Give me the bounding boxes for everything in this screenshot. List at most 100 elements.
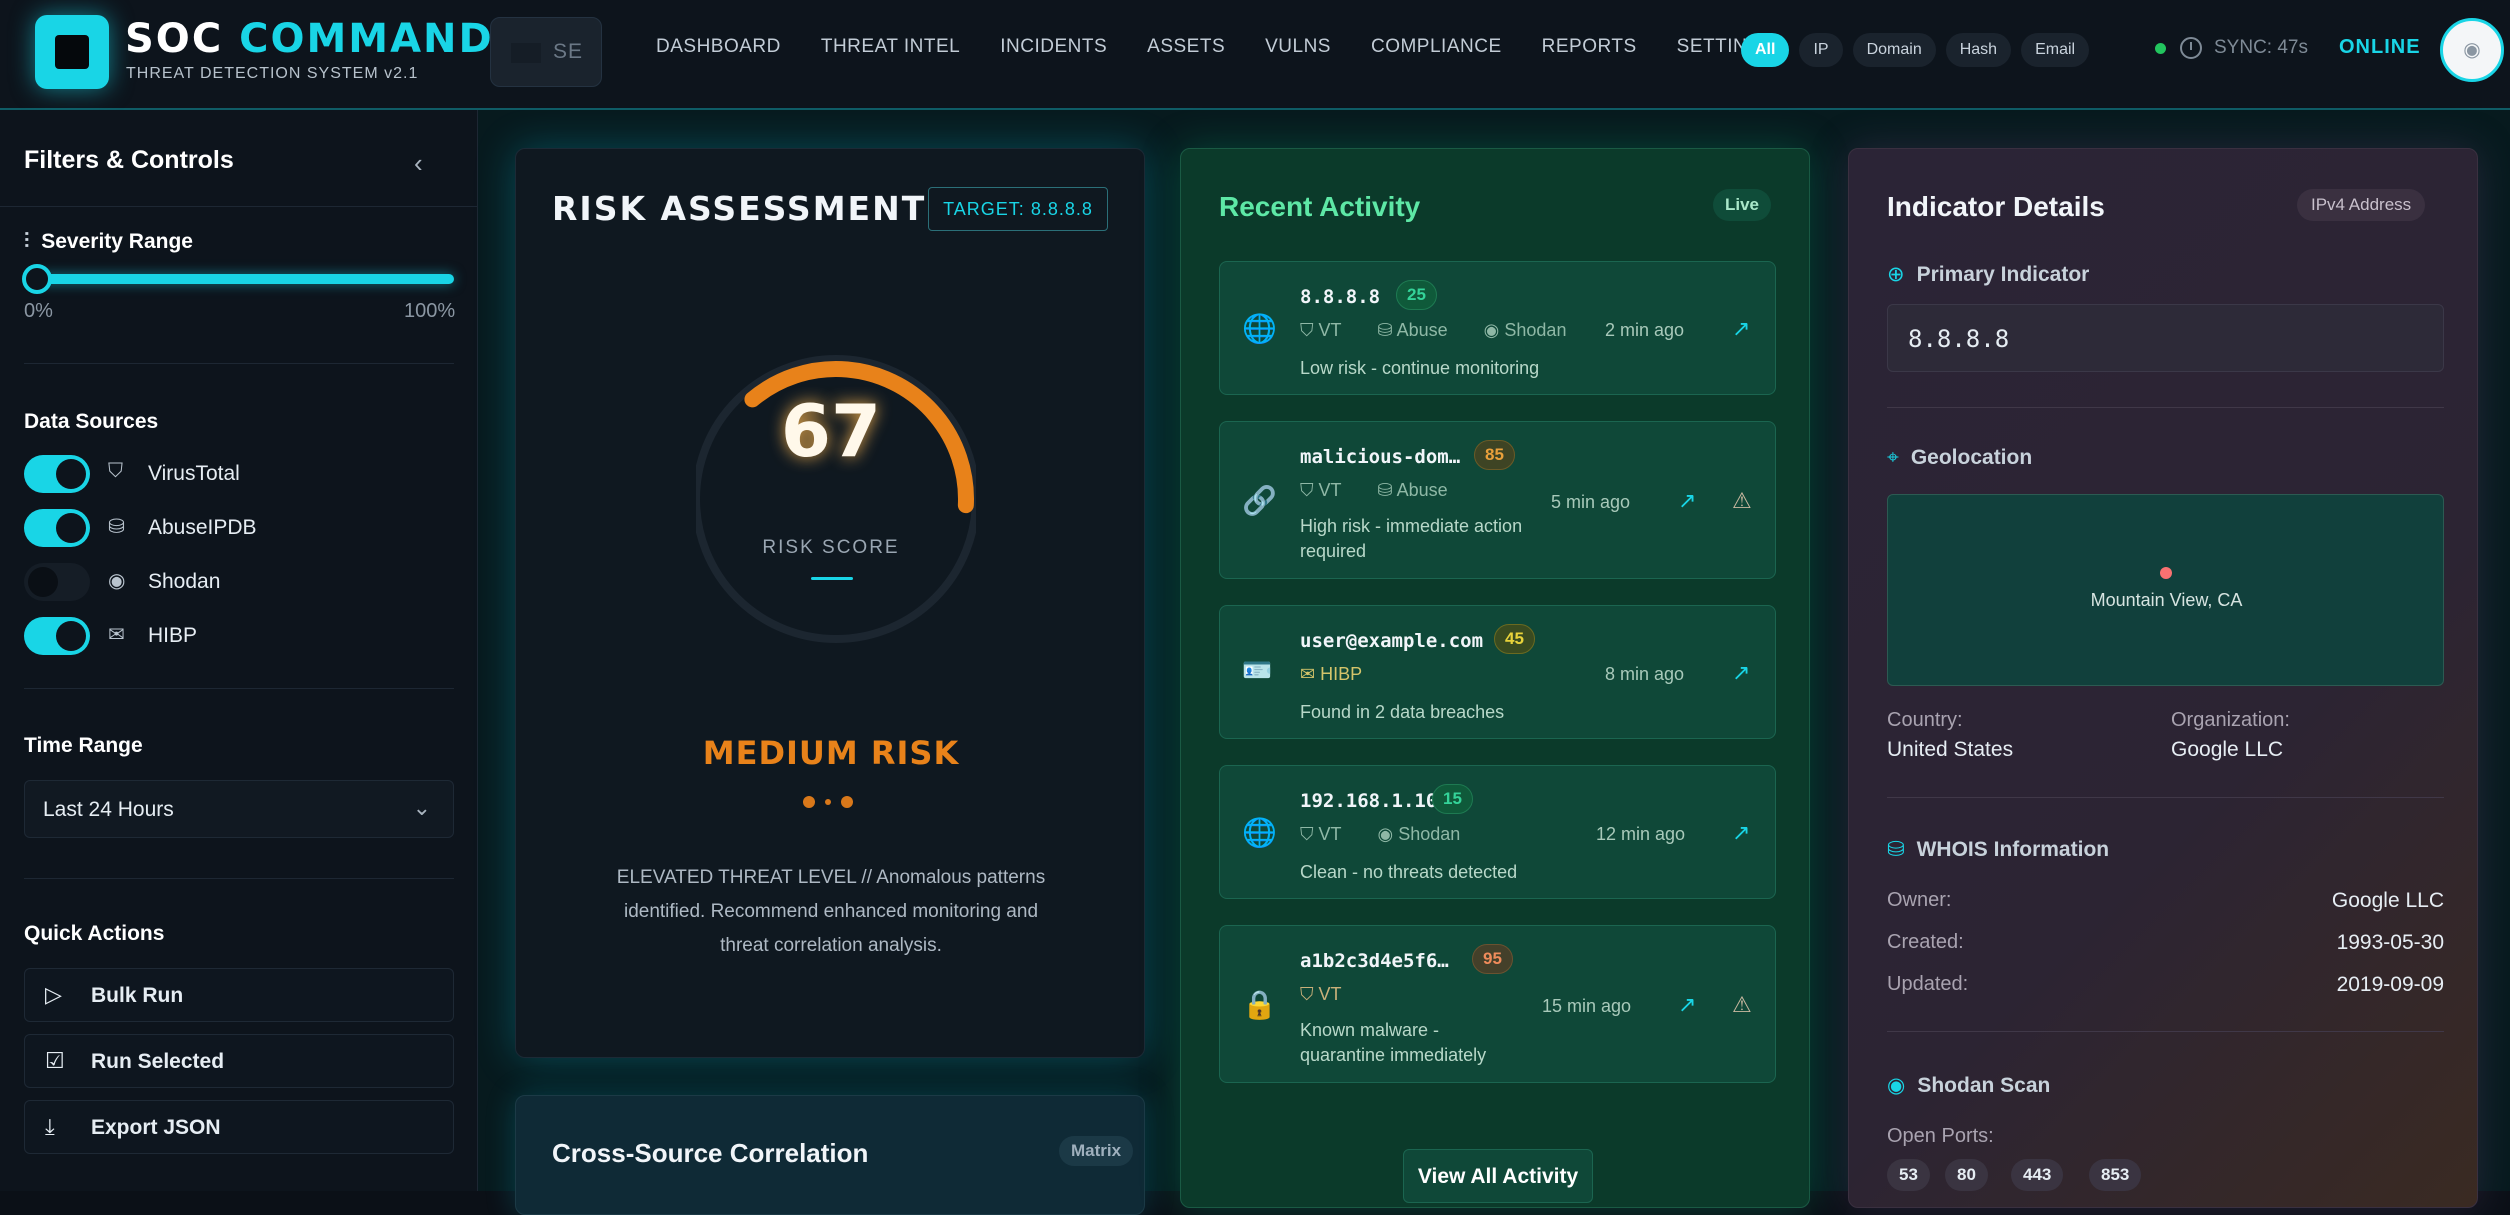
activity-item[interactable]: 🌐 8.8.8.8 25 ⛉ VT ⛁ Abuse ◉ Shodan Low ris… <box>1219 261 1776 395</box>
nav-compliance[interactable]: COMPLIANCE <box>1371 36 1502 58</box>
location-pin-icon <box>2160 567 2172 579</box>
score-badge: 45 <box>1494 624 1535 654</box>
activity-item[interactable]: 🌐 192.168.1.100 15 ⛉ VT ◉ Shodan Clean - … <box>1219 765 1776 899</box>
whois-owner: Google LLC <box>2331 889 2444 912</box>
activity-item[interactable]: 🔒 a1b2c3d4e5f6… 95 ⛉ VT Known malware - … <box>1219 925 1776 1083</box>
toggle-shodan[interactable] <box>24 563 90 601</box>
avatar[interactable]: ◉ <box>2440 18 2504 82</box>
time-range-value: Last 24 Hours <box>43 798 174 821</box>
activity-item[interactable]: 🪪 user@example.com 45 ✉ HIBP Found in 2 … <box>1219 605 1776 739</box>
logo-icon <box>35 15 109 89</box>
filter-ip[interactable]: IP <box>1799 33 1843 67</box>
email-icon: 🪪 <box>1242 657 1272 684</box>
nav-dashboard[interactable]: DASHBOARD <box>656 36 781 58</box>
sync-text: SYNC: 47s <box>2214 37 2308 58</box>
toggle-hibp[interactable] <box>24 617 90 655</box>
status-dot-icon <box>2155 42 2166 54</box>
indicator-details-panel: Indicator Details IPv4 Address ⊕ Primary … <box>1848 148 2478 1208</box>
score-badge: 85 <box>1474 440 1515 470</box>
lock-icon: 🔒 <box>1242 989 1277 1020</box>
data-sources-heading: Data Sources <box>24 410 159 433</box>
severity-slider-track[interactable] <box>38 274 454 284</box>
bulk-run-button[interactable]: ▷ Bulk Run <box>24 968 454 1022</box>
severity-heading: ⫶ Severity Range <box>24 230 193 253</box>
risk-assessment-panel: RISK ASSESSMENT TARGET: 8.8.8.8 67 RISK … <box>515 148 1145 1058</box>
port-badge: 443 <box>2011 1159 2064 1191</box>
warning-icon[interactable]: ⚠ <box>1732 992 1752 1018</box>
risk-title: RISK ASSESSMENT <box>552 189 927 228</box>
risk-description: ELEVATED THREAT LEVEL // Anomalous patte… <box>616 867 1046 956</box>
run-selected-button[interactable]: ☑ Run Selected <box>24 1034 454 1088</box>
activity-title: Recent Activity <box>1219 191 1421 222</box>
source-label-hibp: HIBP <box>148 624 198 647</box>
severity-slider-thumb[interactable] <box>22 264 52 294</box>
collapse-chevron-icon[interactable]: ‹ <box>414 148 423 179</box>
filter-hash[interactable]: Hash <box>1945 33 2012 67</box>
globe-icon: ⊕ <box>1887 263 1905 286</box>
filter-domain[interactable]: Domain <box>1852 33 1936 67</box>
port-badge: 853 <box>2089 1159 2142 1191</box>
link-icon: 🔗 <box>1242 485 1277 516</box>
whois-created: 1993-05-30 <box>2336 931 2444 954</box>
external-link-icon[interactable]: ↗ <box>1678 992 1696 1018</box>
source-label-virustotal: VirusTotal <box>148 462 240 485</box>
eye-icon: ◉ <box>1887 1074 1906 1097</box>
clock-icon <box>2180 37 2202 59</box>
nav-incidents[interactable]: INCIDENTS <box>1000 36 1107 58</box>
type-filters: All IP Domain Hash Email <box>1741 33 2090 67</box>
indicator-type-badge: IPv4 Address <box>2297 189 2426 221</box>
primary-indicator-field[interactable]: 8.8.8.8 <box>1887 304 2444 372</box>
live-badge: Live <box>1713 189 1772 221</box>
whois-updated: 2019-09-09 <box>2336 973 2444 996</box>
external-link-icon[interactable]: ↗ <box>1732 660 1750 686</box>
score-badge: 15 <box>1432 784 1473 814</box>
recent-activity-panel: Recent Activity Live 🌐 8.8.8.8 25 ⛉ VT ⛁ … <box>1180 148 1810 1208</box>
nav-reports[interactable]: REPORTS <box>1542 36 1637 58</box>
correlation-title: Cross-Source Correlation <box>552 1138 869 1168</box>
nav-assets[interactable]: ASSETS <box>1147 36 1225 58</box>
geolocation-map[interactable]: Mountain View, CA <box>1887 494 2444 686</box>
warning-icon[interactable]: ⚠ <box>1732 488 1752 514</box>
primary-indicator-heading: ⊕ Primary Indicator <box>1887 263 2090 286</box>
brand-title: SOC COMMAND <box>125 16 494 62</box>
matrix-badge[interactable]: Matrix <box>1059 1136 1134 1166</box>
nav-vulns[interactable]: VULNS <box>1265 36 1331 58</box>
geolocation-heading: ⌖ Geolocation <box>1887 446 2033 469</box>
main-nav: DASHBOARD THREAT INTEL INCIDENTS ASSETS … <box>656 36 1816 58</box>
database-icon: ⛁ <box>1887 838 1905 861</box>
play-icon: ▷ <box>45 982 62 1007</box>
severity-min-label: 0% <box>24 300 53 322</box>
port-badge: 53 <box>1887 1159 1930 1191</box>
time-range-heading: Time Range <box>24 734 143 757</box>
main-content: RISK ASSESSMENT TARGET: 8.8.8.8 67 RISK … <box>478 110 2510 1215</box>
search-input[interactable]: SE <box>490 17 602 87</box>
external-link-icon[interactable]: ↗ <box>1732 316 1750 342</box>
time-range-select[interactable]: Last 24 Hours ⌄ <box>24 780 454 838</box>
online-status: ONLINE <box>2339 36 2421 58</box>
sidebar: Filters & Controls ‹ ⫶ Severity Range 0% … <box>0 110 478 1191</box>
brand-subtitle: THREAT DETECTION SYSTEM v2.1 <box>126 65 419 82</box>
risk-score: 67 <box>780 389 882 473</box>
details-title: Indicator Details <box>1887 191 2105 222</box>
filter-all[interactable]: All <box>1741 33 1790 67</box>
activity-item[interactable]: 🔗 malicious-dom… 85 ⛉ VT ⛁ Abuse High ris… <box>1219 421 1776 579</box>
nav-threat-intel[interactable]: THREAT INTEL <box>821 36 960 58</box>
score-badge: 95 <box>1472 944 1513 974</box>
toggle-virustotal[interactable] <box>24 455 90 493</box>
view-all-activity-button[interactable]: View All Activity <box>1403 1149 1593 1203</box>
sidebar-title: Filters & Controls <box>24 146 234 174</box>
target-badge: TARGET: 8.8.8.8 <box>928 187 1108 231</box>
globe-icon: 🌐 <box>1242 313 1277 344</box>
external-link-icon[interactable]: ↗ <box>1732 820 1750 846</box>
quick-actions-heading: Quick Actions <box>24 922 165 945</box>
toggle-abuseipdb[interactable] <box>24 509 90 547</box>
shield-icon: ⛉ <box>108 460 123 482</box>
external-link-icon[interactable]: ↗ <box>1678 488 1696 514</box>
risk-level: MEDIUM RISK <box>702 734 960 772</box>
organization-value: Google LLC <box>2171 738 2284 761</box>
chevron-down-icon: ⌄ <box>412 795 431 820</box>
database-icon: ⛁ <box>108 516 125 538</box>
filter-email[interactable]: Email <box>2021 33 2090 67</box>
export-json-button[interactable]: ⤓ Export JSON <box>24 1100 454 1154</box>
score-badge: 25 <box>1396 280 1437 310</box>
